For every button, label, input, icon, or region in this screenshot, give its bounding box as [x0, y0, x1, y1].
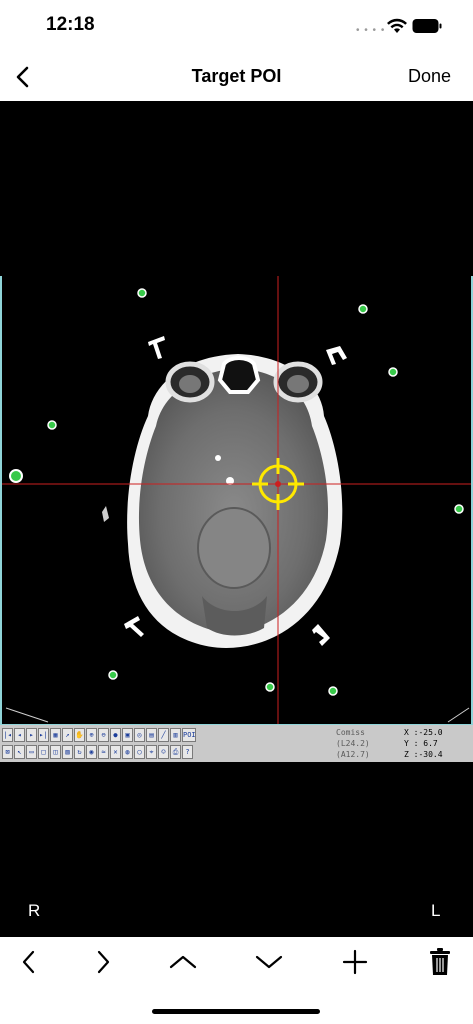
ct-axial-slice[interactable] — [2, 276, 473, 724]
fiducial-marker[interactable] — [108, 670, 118, 680]
grid-tool-icon[interactable]: ▤ — [146, 728, 157, 742]
save-tool-icon[interactable]: ▣ — [122, 728, 133, 742]
toolbar-row-2: ⊠ ↖ ▭ □ ◫ ▧ ↻ ◉ ≈ ✕ ◍ ◯ ⌖ ☺ ⎙ ? — [2, 745, 193, 759]
image-viewer[interactable]: |◂ ◂ ▸ ▸| ▦ ↗ ✋ ⊕ ⊖ ● ▣ ◎ ▤ ╱ ▥ POI ⊠ ↖ … — [0, 101, 473, 937]
previous-tool-icon[interactable]: ◂ — [14, 728, 25, 742]
layout-tool-icon[interactable]: ▥ — [170, 728, 181, 742]
previous-button[interactable] — [12, 947, 46, 977]
stack-tool-icon[interactable]: ▧ — [62, 745, 73, 759]
window-tool-icon[interactable]: ◎ — [134, 728, 145, 742]
rect-tool-icon[interactable]: □ — [38, 745, 49, 759]
image-tool-icon[interactable]: ▦ — [50, 728, 61, 742]
reference-label: Comiss — [336, 728, 365, 737]
fiducial-marker[interactable] — [47, 420, 57, 430]
zoom-out-tool-icon[interactable]: ⊖ — [98, 728, 109, 742]
fiducial-marker[interactable] — [388, 367, 398, 377]
bottom-toolbar — [0, 937, 473, 1024]
navigation-bar: Target POI Done — [0, 54, 473, 101]
battery-icon — [412, 19, 442, 33]
add-button[interactable] — [338, 947, 372, 977]
wifi-icon — [387, 18, 407, 33]
status-time: 12:18 — [46, 14, 95, 35]
l-offset-label: (L24.2) — [336, 739, 370, 748]
fiducial-marker[interactable] — [137, 288, 147, 298]
print-tool-icon[interactable]: ⎙ — [170, 745, 181, 759]
probe-tool-icon[interactable]: ⌖ — [146, 745, 157, 759]
brain-tool-icon[interactable]: ◍ — [122, 745, 133, 759]
trash-icon — [430, 948, 450, 975]
fiducial-marker[interactable] — [358, 304, 368, 314]
sinus — [217, 356, 261, 394]
poi-tool-button[interactable]: POI — [182, 728, 196, 742]
target-tool-icon[interactable]: ◉ — [86, 745, 97, 759]
frame-post — [148, 336, 165, 359]
page-title: Target POI — [191, 66, 282, 86]
fiducial-marker[interactable] — [9, 469, 23, 483]
fiducial-marker[interactable] — [454, 504, 464, 514]
last-slice-tool-icon[interactable]: ▸| — [38, 728, 49, 742]
frame-post — [124, 616, 144, 637]
z-coordinate: Z :-30.4 — [404, 750, 443, 759]
left-eye — [179, 375, 201, 393]
artifact — [102, 506, 109, 522]
arrow-tool-icon[interactable]: ↗ — [62, 728, 73, 742]
up-button[interactable] — [166, 947, 200, 977]
frame-post — [312, 624, 330, 646]
pointer-tool-icon[interactable]: ↖ — [14, 745, 25, 759]
pan-tool-icon[interactable]: ✋ — [74, 728, 85, 742]
y-coordinate: Y : 6.7 — [404, 739, 438, 748]
mark-tool-icon[interactable]: ✕ — [110, 745, 121, 759]
down-button[interactable] — [252, 947, 286, 977]
rotate-tool-icon[interactable]: ↻ — [74, 745, 85, 759]
cellular-signal-icon: • • • • — [356, 25, 386, 36]
globe-tool-icon[interactable]: ● — [110, 728, 121, 742]
brain-tissue — [138, 368, 329, 632]
ring-tool-icon[interactable]: ◯ — [134, 745, 145, 759]
ventricle-region — [197, 507, 271, 589]
next-button[interactable] — [86, 947, 120, 977]
a-offset-label: (A12.7) — [336, 750, 370, 759]
line-tool-icon[interactable]: ╱ — [158, 728, 169, 742]
contour-tool-icon[interactable]: ◫ — [50, 745, 61, 759]
measure-tool-icon[interactable]: ▭ — [26, 745, 37, 759]
planning-toolbar: |◂ ◂ ▸ ▸| ▦ ↗ ✋ ⊕ ⊖ ● ▣ ◎ ▤ ╱ ▥ POI ⊠ ↖ … — [0, 724, 473, 762]
done-button[interactable]: Done — [408, 66, 451, 87]
status-bar: 12:18 • • • • — [0, 0, 473, 54]
crosshair-tool-icon[interactable]: ⊠ — [2, 745, 13, 759]
first-slice-tool-icon[interactable]: |◂ — [2, 728, 13, 742]
person-tool-icon[interactable]: ☺ — [158, 745, 169, 759]
orientation-left-label: L — [431, 901, 441, 920]
ct-scan-frame[interactable] — [0, 276, 473, 724]
scale-mark — [447, 707, 470, 723]
fiducial-marker[interactable] — [328, 686, 338, 696]
zoom-in-tool-icon[interactable]: ⊕ — [86, 728, 97, 742]
frame-post — [326, 346, 347, 365]
fiducial-marker[interactable] — [265, 682, 275, 692]
x-coordinate: X :-25.0 — [404, 728, 443, 737]
help-tool-button[interactable]: ? — [182, 745, 193, 759]
scale-mark — [5, 707, 49, 723]
toolbar-row-1: |◂ ◂ ▸ ▸| ▦ ↗ ✋ ⊕ ⊖ ● ▣ ◎ ▤ ╱ ▥ POI — [2, 728, 196, 742]
next-tool-icon[interactable]: ▸ — [26, 728, 37, 742]
fiber-tool-icon[interactable]: ≈ — [98, 745, 109, 759]
orientation-right-label: R — [28, 901, 41, 920]
home-indicator[interactable] — [152, 1009, 320, 1014]
calcification — [215, 455, 221, 461]
right-eye — [287, 375, 309, 393]
delete-button[interactable] — [423, 947, 457, 977]
